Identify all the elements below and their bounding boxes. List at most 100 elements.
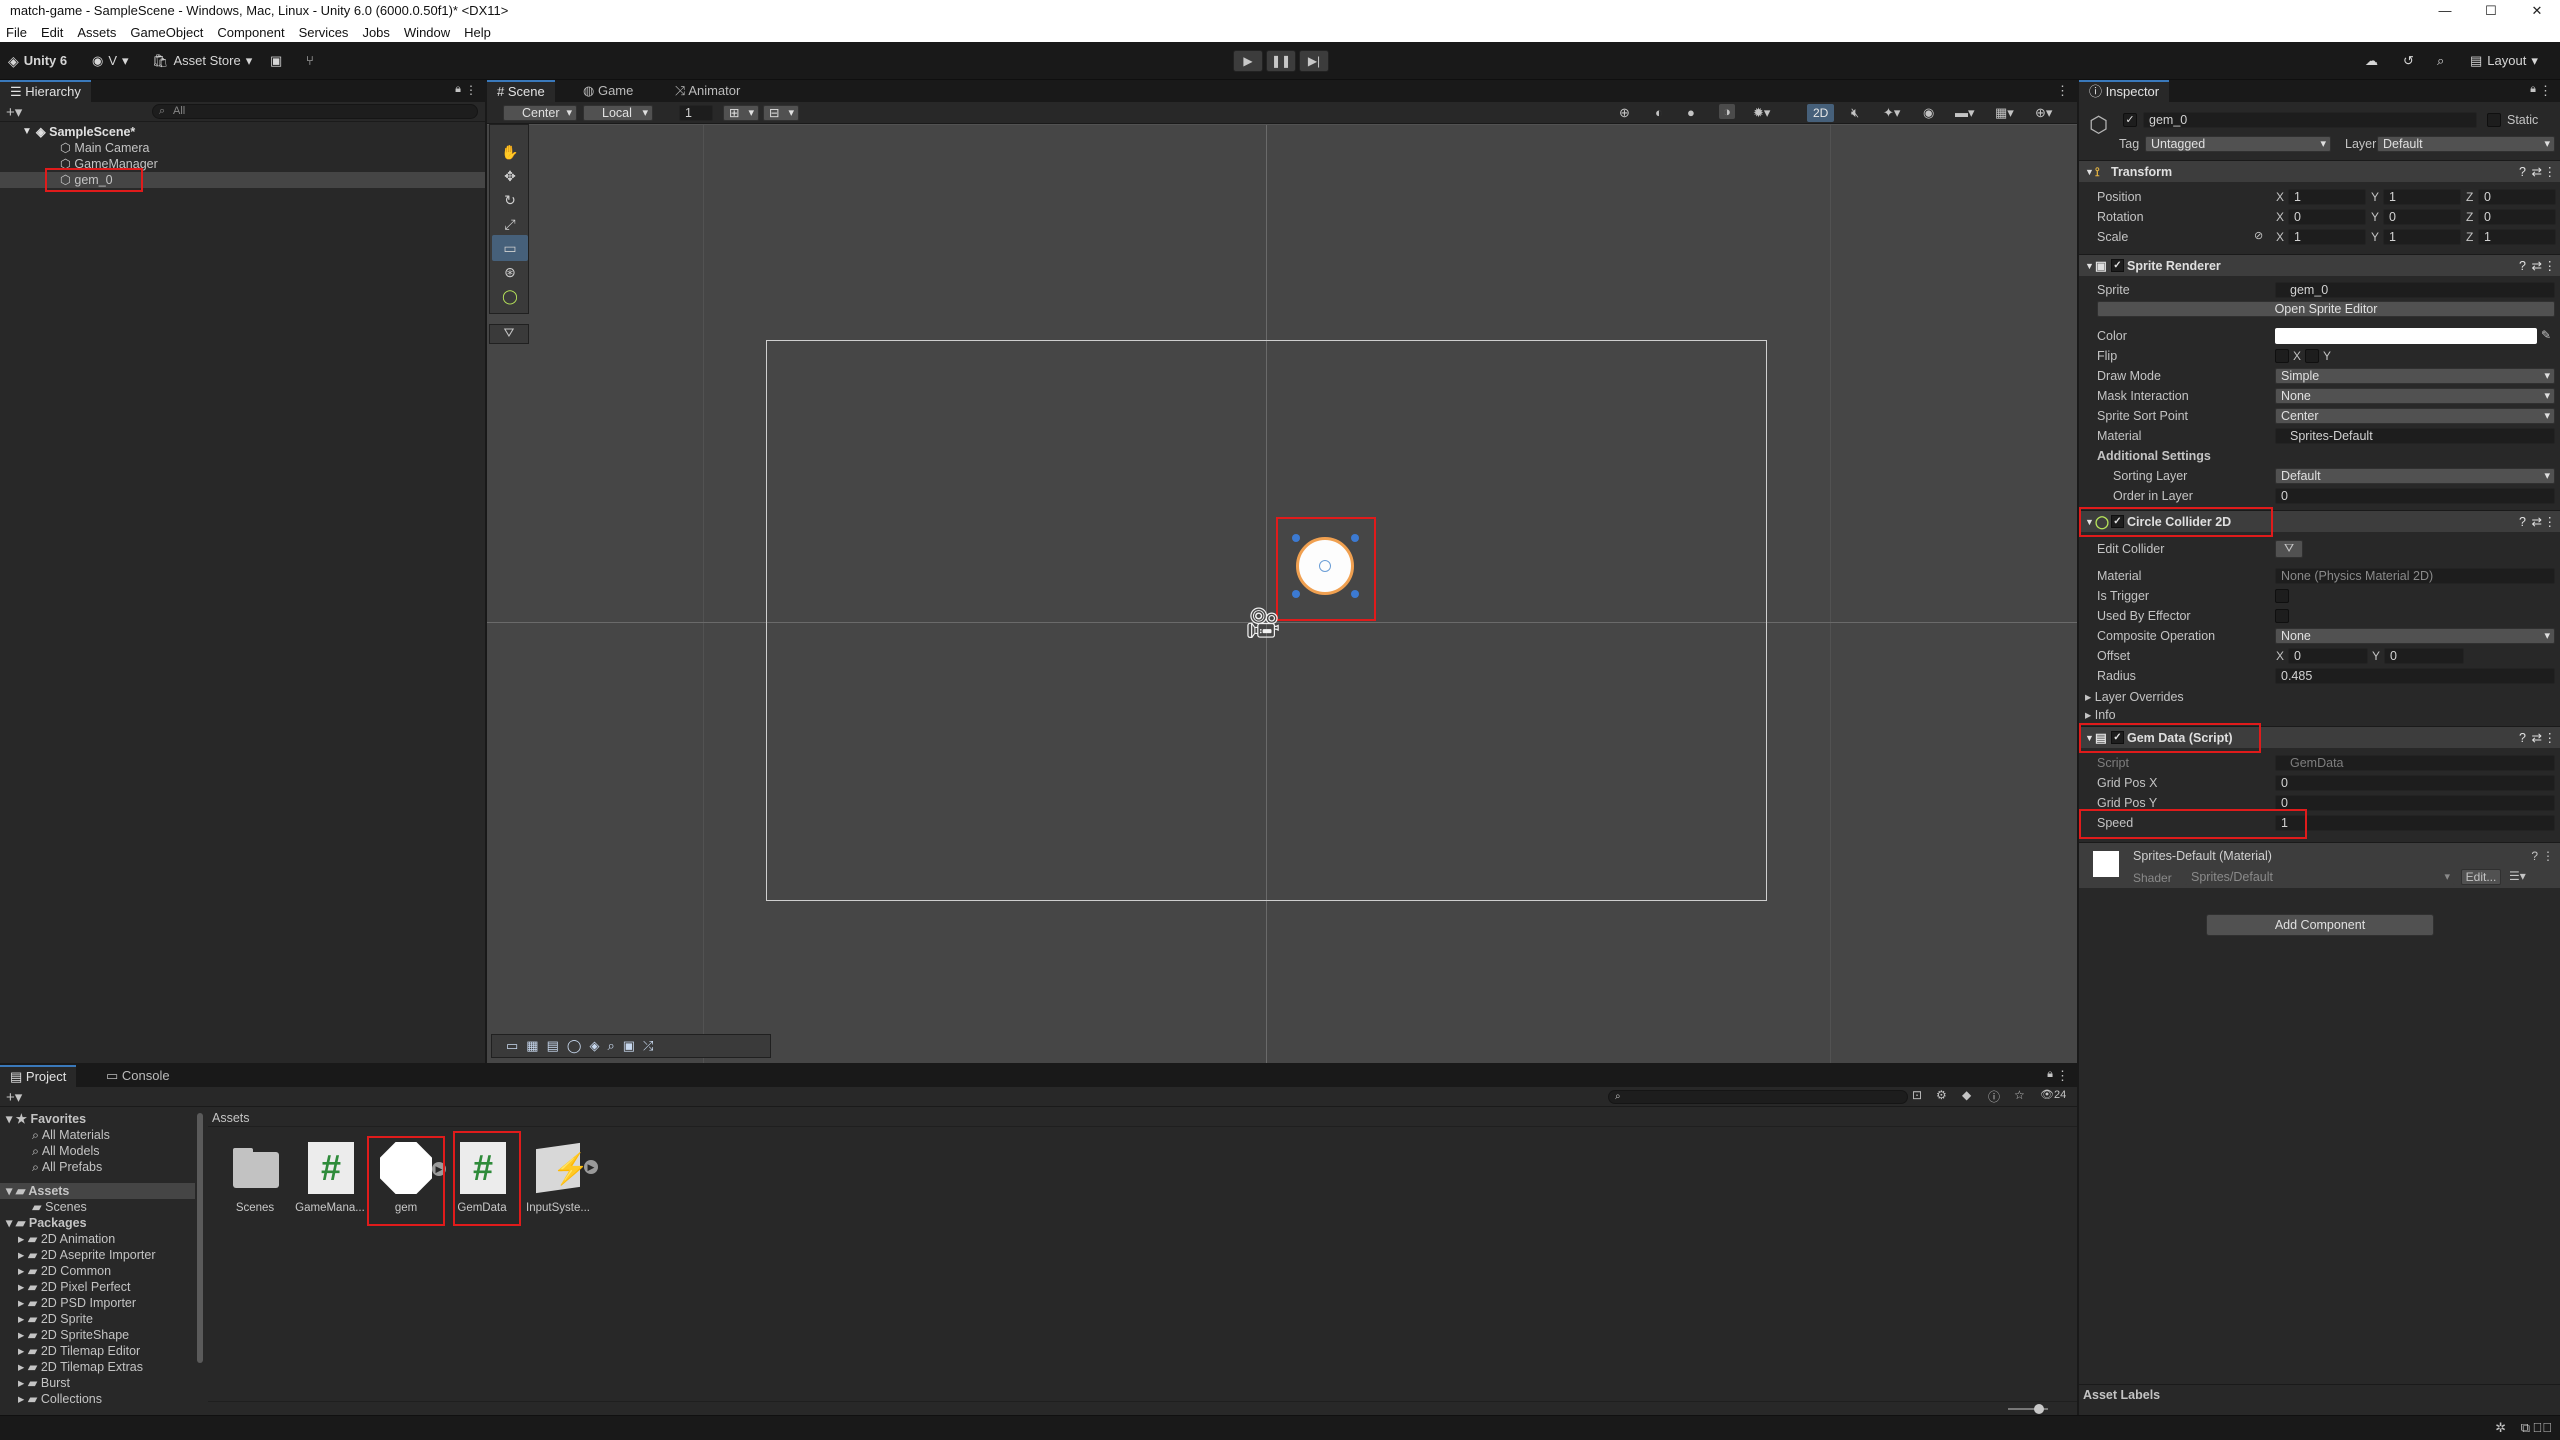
check-circle-icon[interactable]: ✓⃝ [2533,1420,2553,1435]
tab-animator[interactable]: ⤨ Animator [665,80,750,102]
create-plus-button[interactable]: +▾ [6,1088,22,1106]
kebab-menu-icon[interactable]: ⋮ [465,83,477,97]
camera-gizmo-icon[interactable]: 🎥︎ [1244,609,1282,639]
shuffle-icon[interactable]: ⤮ [643,1038,653,1054]
camera-icon[interactable]: ▣ [623,1038,635,1054]
transform-tool-icon[interactable]: ⊛ [492,259,528,285]
object-name-field[interactable]: gem_0 [2143,112,2477,128]
rotation-y-field[interactable]: 0 [2383,209,2461,225]
layers-icon[interactable]: ⧉ [2521,1420,2530,1436]
material-object-field[interactable]: Sprites-Default [2275,428,2555,444]
offset-y-field[interactable]: 0 [2384,648,2464,664]
tile-palette-icon[interactable]: ▦ [526,1038,538,1054]
unity-account-button[interactable]: ◈ Unity 6 [8,50,67,72]
component-menu-icon[interactable]: ⋮ [2544,255,2557,277]
account-dropdown[interactable]: ◉ V ▾ [92,50,129,72]
package-item[interactable]: ▸ ▰ Collections [0,1391,102,1407]
gizmos-icon[interactable]: ▦▾ [1995,105,2014,121]
lock-icon[interactable]: 🔒︎ [455,83,461,96]
help-icon[interactable]: ? [2531,849,2538,863]
hierarchy-search-input[interactable]: ⌕ All [152,104,478,119]
draw-mode-dropdown[interactable]: Simple [2275,368,2555,384]
help-icon[interactable]: ? [2519,161,2526,183]
package-item[interactable]: ▸ ▰ 2D Animation [0,1231,115,1247]
open-sprite-editor-button[interactable]: Open Sprite Editor [2097,301,2555,317]
project-search-input[interactable]: ⌕ [1608,1090,1908,1104]
maximize-button[interactable]: ☐ [2468,0,2514,22]
preset-icon[interactable]: ⇄ [2532,511,2542,533]
used-by-effector-checkbox[interactable] [2275,609,2289,623]
layer-dropdown[interactable]: Default [2377,136,2555,152]
menu-help[interactable]: Help [464,25,491,40]
asset-gamemanager-script[interactable]: # GameMana... [294,1140,366,1214]
effects-toggle-icon[interactable]: ✦▾ [1883,105,1900,121]
constrain-proportions-icon[interactable]: ⊘ [2254,229,2263,242]
history-icon[interactable]: ↺ [2403,50,2414,72]
composite-operation-dropdown[interactable]: None [2275,628,2555,644]
version-control-icon[interactable]: ⑂ [306,50,314,72]
menu-gameobject[interactable]: GameObject [130,25,203,40]
package-icon[interactable]: ▣ [270,50,282,72]
edit-collider-overlay-icon[interactable]: ⛛ [489,324,529,344]
move-tool-icon[interactable]: ✥ [492,163,528,189]
component-menu-icon[interactable]: ⋮ [2544,161,2557,183]
lock-icon[interactable]: 🔒︎ [2530,83,2536,96]
gizmos-dropdown-icon[interactable]: ⊕▾ [2035,105,2052,121]
sprite-object-field[interactable]: gem_0 [2275,282,2555,298]
slider-handle[interactable] [2034,1404,2044,1414]
search-by-type-icon[interactable]: ⊡ [1912,1088,1922,1102]
grid-brush-icon[interactable]: ▤ [547,1038,559,1054]
assets-folder[interactable]: ▾ ▰ Assets [0,1183,195,1199]
component-menu-icon[interactable]: ⋮ [2544,727,2557,749]
grid-snap-dropdown[interactable]: ⊞ [723,105,759,121]
eyedropper-icon[interactable]: ✎ [2541,328,2551,342]
sort-point-dropdown[interactable]: Center [2275,408,2555,424]
asset-inputsystem-actions[interactable]: ⚡ ▶ InputSyste... [522,1140,598,1214]
package-item[interactable]: ▸ ▰ 2D Tilemap Editor [0,1343,140,1359]
tag-icon[interactable]: ◆ [1962,1088,1971,1102]
fav-all-materials[interactable]: ⌕ All Materials [0,1127,110,1143]
preset-icon[interactable]: ⇄ [2532,161,2542,183]
camera-settings-icon[interactable]: ▬▾ [1955,105,1975,121]
order-in-layer-field[interactable]: 0 [2275,488,2555,504]
hierarchy-item-main-camera[interactable]: ⬡ Main Camera [0,140,485,156]
speed-field[interactable]: 1 [2275,815,2555,831]
debug-icon[interactable]: ✲ [2495,1420,2506,1436]
active-checkbox[interactable]: ✓ [2123,113,2137,127]
tab-project[interactable]: ▤ Project [0,1065,77,1087]
snap-increment-field[interactable]: 1 [679,105,713,121]
menu-edit[interactable]: Edit [41,25,63,40]
rect-tool-icon[interactable]: ▭ [492,235,528,261]
transform-header[interactable]: ▼ ⟟ Transform ? ⇄ ⋮ [2079,160,2560,182]
tab-console[interactable]: ▭ Console [96,1065,180,1087]
sorting-layer-dropdown[interactable]: Default [2275,468,2555,484]
kebab-menu-icon[interactable]: ⋮ [2056,83,2069,99]
favorites-foldout[interactable]: ▾ ★ Favorites [0,1111,86,1127]
menu-window[interactable]: Window [404,25,450,40]
menu-jobs[interactable]: Jobs [362,25,389,40]
flip-y-checkbox[interactable] [2305,349,2319,363]
kebab-menu-icon[interactable]: ⋮ [2056,1068,2069,1084]
asset-breadcrumb[interactable]: Assets [208,1109,2077,1127]
asset-scenes-folder[interactable]: Scenes [219,1140,291,1214]
preset-icon[interactable]: ⇄ [2532,727,2542,749]
preset-icon[interactable]: ⇄ [2532,255,2542,277]
package-item[interactable]: ▸ ▰ 2D Tilemap Extras [0,1359,143,1375]
menu-file[interactable]: File [6,25,27,40]
package-item[interactable]: ▸ ▰ 2D SpriteShape [0,1327,129,1343]
edit-collider-button[interactable]: ⛛ [2275,540,2303,558]
shading-textured-icon[interactable]: ◑ [1719,104,1735,119]
scenes-folder[interactable]: ▰ Scenes [0,1199,87,1215]
info-foldout[interactable]: ▸ Info [2085,707,2116,722]
pause-button[interactable]: ❚❚ [1266,50,1296,72]
scene-row[interactable]: ▼ ◈ SampleScene* [0,124,485,140]
package-item[interactable]: ▸ ▰ 2D Aseprite Importer [0,1247,156,1263]
grid-pos-y-field[interactable]: 0 [2275,795,2555,811]
search-by-label-icon[interactable]: ⚙ [1936,1088,1947,1102]
rotation-z-field[interactable]: 0 [2478,209,2556,225]
visibility-icon[interactable]: ◉ [1923,105,1934,121]
lock-icon[interactable]: 🔒︎ [2047,1068,2053,1081]
sprite-renderer-header[interactable]: ▼ ▣ ✓ Sprite Renderer ? ⇄ ⋮ [2079,254,2560,276]
pivot-dropdown[interactable]: Center [503,105,577,121]
close-button[interactable]: ✕ [2514,0,2560,22]
